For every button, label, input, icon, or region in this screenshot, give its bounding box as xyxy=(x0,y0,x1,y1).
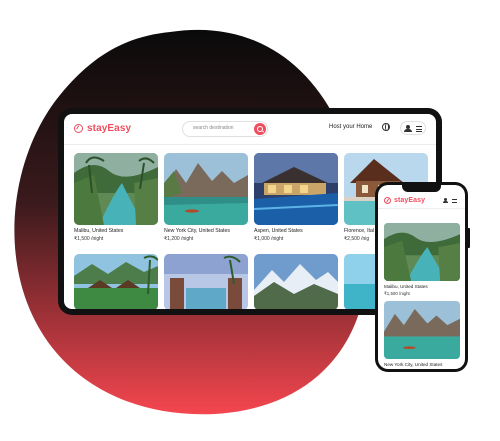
globe-icon[interactable] xyxy=(382,123,390,131)
user-icon[interactable] xyxy=(443,198,448,203)
listing-image xyxy=(254,254,338,309)
listing-title: New York City, United States xyxy=(384,362,443,367)
search-placeholder: search destination xyxy=(193,125,234,131)
compass-icon xyxy=(74,124,83,133)
user-icon xyxy=(404,125,412,132)
listing-card[interactable]: New York City, United States xyxy=(384,301,460,367)
listing-title: New York City, United States xyxy=(164,228,230,234)
brand-name: stayEasy xyxy=(394,197,426,204)
compass-icon xyxy=(384,197,391,204)
phone-screen: stayEasy Malibu, United States ₹1,500 /n… xyxy=(378,185,465,369)
listing-title: Malibu, United States xyxy=(74,228,124,234)
listing-image xyxy=(384,223,460,281)
listing-price: ₹1,000 /night xyxy=(254,236,284,242)
listing-price: ₹1,200 /night xyxy=(164,236,194,242)
listing-price: ₹1,500 /night xyxy=(74,236,104,242)
listing-image xyxy=(74,254,158,309)
brand-logo[interactable]: stayEasy xyxy=(384,197,425,204)
listing-title: Aspen, United States xyxy=(254,228,303,234)
listing-title: Malibu, United States xyxy=(384,284,428,289)
listing-card[interactable]: Malibu, United States ₹1,500 /night xyxy=(74,153,158,242)
brand-name: stayEasy xyxy=(87,123,132,134)
brand-logo[interactable]: stayEasy xyxy=(74,123,131,134)
listing-image xyxy=(164,254,248,309)
host-home-link[interactable]: Host your Home xyxy=(329,124,372,130)
listing-card[interactable] xyxy=(164,254,248,309)
phone-notch xyxy=(402,185,441,192)
search-icon[interactable] xyxy=(254,123,266,135)
menu-icon[interactable] xyxy=(452,199,457,203)
search-input[interactable]: search destination xyxy=(182,121,268,137)
menu-icon xyxy=(416,126,422,132)
listing-card[interactable] xyxy=(254,254,338,309)
listing-image xyxy=(74,153,158,225)
user-menu-button[interactable] xyxy=(400,121,426,135)
divider xyxy=(378,208,465,209)
listing-card[interactable]: Aspen, United States ₹1,000 /night xyxy=(254,153,338,242)
listing-card[interactable]: New York City, United States ₹1,200 /nig… xyxy=(164,153,248,242)
top-navbar: stayEasy search destination Host your Ho… xyxy=(64,114,436,145)
listing-card[interactable] xyxy=(74,254,158,309)
listing-card[interactable]: Malibu, United States ₹1,500 /night xyxy=(384,223,460,297)
listing-image xyxy=(254,153,338,225)
listing-image xyxy=(384,301,460,359)
listing-price: ₹1,500 /night xyxy=(384,290,410,296)
phone-device: stayEasy Malibu, United States ₹1,500 /n… xyxy=(375,182,468,372)
listing-image xyxy=(164,153,248,225)
